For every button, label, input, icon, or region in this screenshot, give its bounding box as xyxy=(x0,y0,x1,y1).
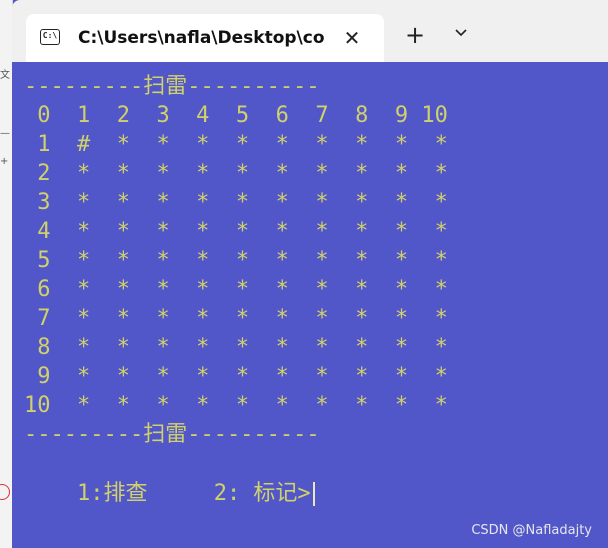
tab-dropdown-button[interactable] xyxy=(450,24,472,46)
background-glyph: 文 xyxy=(0,70,10,81)
new-tab-button[interactable]: + xyxy=(402,22,428,48)
chevron-down-icon xyxy=(455,29,467,37)
background-glyph: — xyxy=(0,128,10,139)
terminal-icon: C:\ xyxy=(40,29,60,45)
prompt-text: 1:排查 2: 标记> xyxy=(76,481,311,506)
background-glyph: + xyxy=(0,156,9,167)
tab-title: C:\Users\nafla\Desktop\college\minesweep… xyxy=(78,28,324,48)
terminal-tab[interactable]: C:\ C:\Users\nafla\Desktop\college\mines… xyxy=(26,14,384,62)
header-divider: ---------扫雷---------- xyxy=(24,74,320,99)
terminal-output[interactable]: ---------扫雷---------- 0 1 2 3 4 5 6 7 8 … xyxy=(12,62,608,548)
board-row: 6 * * * * * * * * * * xyxy=(24,277,448,302)
board-row: 3 * * * * * * * * * * xyxy=(24,190,448,215)
board-row: 2 * * * * * * * * * * xyxy=(24,161,448,186)
board-row: 5 * * * * * * * * * * xyxy=(24,248,448,273)
command-prompt[interactable]: 1:排查 2: 标记> xyxy=(24,450,315,506)
board-row: 8 * * * * * * * * * * xyxy=(24,335,448,360)
board-row: 4 * * * * * * * * * * xyxy=(24,219,448,244)
footer-divider: ---------扫雷---------- xyxy=(24,422,320,447)
board-row: 1 # * * * * * * * * * xyxy=(24,132,448,157)
board-row: 10 * * * * * * * * * * xyxy=(24,393,448,418)
column-index-row: 0 1 2 3 4 5 6 7 8 9 10 xyxy=(24,103,448,128)
watermark: CSDN @Nafladajty xyxy=(471,523,592,538)
board-row: 7 * * * * * * * * * * xyxy=(24,306,448,331)
background-circle-icon xyxy=(0,484,10,500)
title-bar: C:\ C:\Users\nafla\Desktop\college\mines… xyxy=(12,0,608,62)
text-cursor xyxy=(312,482,315,506)
board-row: 9 * * * * * * * * * * xyxy=(24,364,448,389)
close-tab-button[interactable]: ✕ xyxy=(342,26,362,50)
